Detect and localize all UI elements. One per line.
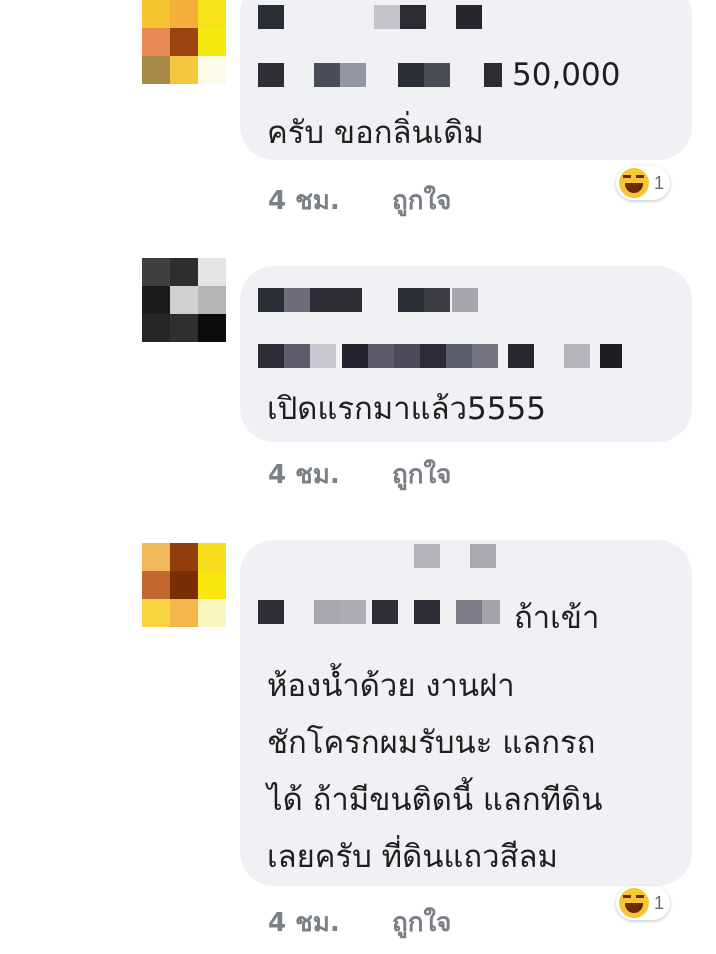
avatar[interactable] [142, 258, 226, 342]
comment-bubble[interactable]: ถ้าเข้า ห้องน้ำด้วย งานฝา ชักโครกผมรับนะ… [240, 540, 692, 886]
timestamp[interactable]: 4 ชม. [268, 180, 340, 221]
comment-bubble[interactable]: เปิดแรกมาแล้ว5555 [240, 266, 692, 442]
censored-name [258, 288, 498, 312]
timestamp[interactable]: 4 ชม. [268, 902, 340, 943]
comment-text: ชักโครกผมรับนะ แลกรถ [267, 725, 596, 761]
timestamp[interactable]: 4 ชม. [268, 454, 340, 495]
comment-bubble[interactable]: 50,000 ครับ ขอกลิ่นเดิม [240, 0, 692, 160]
censored-text [258, 63, 518, 87]
comment-text: ถ้าเข้า [514, 600, 600, 636]
censored-name [258, 5, 518, 29]
reaction-count[interactable]: 1 [616, 166, 671, 200]
comment-text: 50,000 [512, 57, 621, 93]
comment-text: เปิดแรกมาแล้ว5555 [267, 391, 546, 427]
reaction-count[interactable]: 1 [616, 886, 671, 920]
laughing-emoji-icon [619, 168, 649, 198]
censored-name [258, 544, 508, 568]
comment-text: ครับ ขอกลิ่นเดิม [267, 115, 484, 151]
laughing-emoji-icon [619, 888, 649, 918]
censored-text [258, 344, 628, 368]
avatar[interactable] [142, 543, 226, 627]
comment-text: ห้องน้ำด้วย งานฝา [267, 668, 515, 704]
reaction-number: 1 [654, 892, 665, 913]
comment-text: เลยครับ ที่ดินแถวสีลม [267, 839, 558, 875]
like-link[interactable]: ถูกใจ [392, 180, 451, 221]
like-link[interactable]: ถูกใจ [392, 902, 451, 943]
comment-text: ได้ ถ้ามีขนติดนี้ แลกทีดิน [267, 782, 603, 818]
censored-text [258, 600, 518, 624]
reaction-number: 1 [654, 172, 665, 193]
avatar[interactable] [142, 0, 226, 84]
like-link[interactable]: ถูกใจ [392, 454, 451, 495]
